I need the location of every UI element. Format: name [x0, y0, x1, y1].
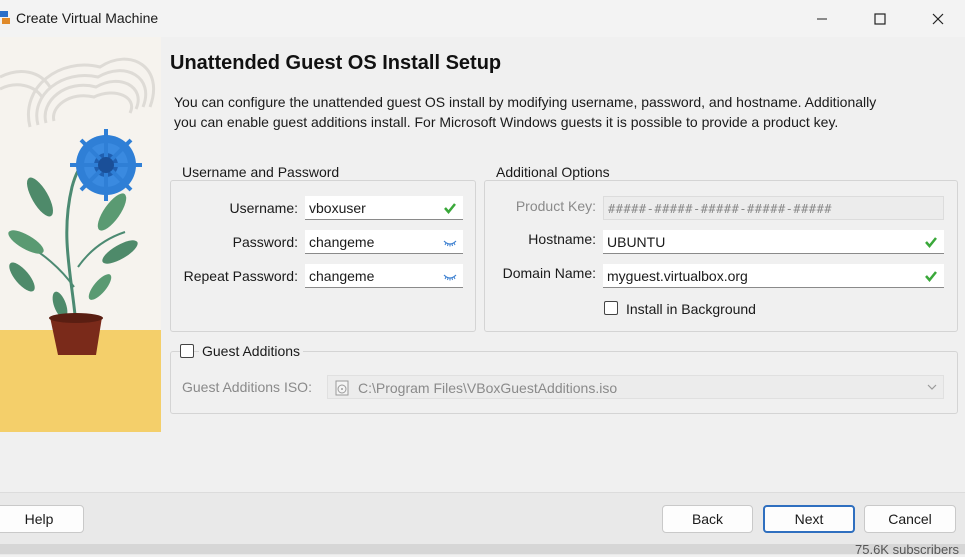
domain-name-label: Domain Name:	[502, 265, 596, 281]
password-field[interactable]: changeme	[305, 230, 463, 254]
wizard-content: Unattended Guest OS Install Setup You ca…	[0, 37, 965, 492]
install-in-background-label[interactable]: Install in Background	[626, 301, 756, 317]
password-value: changeme	[309, 234, 375, 250]
valid-check-icon	[925, 237, 937, 248]
guest-additions-label[interactable]: Guest Additions	[199, 343, 304, 359]
domain-name-value: myguest.virtualbox.org	[607, 268, 748, 284]
maximize-button[interactable]	[851, 0, 909, 37]
username-field[interactable]: vboxuser	[305, 196, 463, 220]
close-button[interactable]	[909, 0, 965, 37]
chevron-down-icon[interactable]	[927, 384, 937, 391]
product-key-field[interactable]: #####-#####-#####-#####-#####	[603, 196, 944, 220]
background-subscribers-text: 75.6K subscribers	[855, 542, 960, 557]
valid-check-icon	[925, 271, 937, 282]
cancel-button[interactable]: Cancel	[864, 505, 956, 533]
guest-additions-iso-label: Guest Additions ISO:	[182, 379, 312, 395]
maximize-icon	[874, 12, 886, 25]
wizard-illustration	[0, 37, 161, 432]
help-button[interactable]: Help	[0, 505, 84, 533]
virtualbox-app-icon	[0, 11, 10, 24]
domain-name-field[interactable]: myguest.virtualbox.org	[603, 264, 944, 288]
guest-additions-checkbox[interactable]	[180, 344, 194, 358]
show-password-eye-icon[interactable]	[443, 269, 457, 283]
repeat-password-value: changeme	[309, 268, 375, 284]
guest-additions-iso-path: C:\Program Files\VBoxGuestAdditions.iso	[358, 380, 618, 396]
disc-image-icon	[335, 380, 349, 396]
window-title: Create Virtual Machine	[16, 10, 159, 26]
minimize-button[interactable]	[793, 0, 851, 37]
credentials-group-title: Username and Password	[179, 164, 343, 180]
product-key-label: Product Key:	[515, 198, 596, 214]
repeat-password-label: Repeat Password:	[183, 268, 298, 284]
show-password-eye-icon[interactable]	[443, 235, 457, 249]
page-title: Unattended Guest OS Install Setup	[170, 52, 502, 74]
repeat-password-field[interactable]: changeme	[305, 264, 463, 288]
close-icon	[932, 13, 944, 24]
hostname-value: UBUNTU	[607, 234, 666, 250]
install-in-background-checkbox[interactable]	[604, 301, 618, 315]
page-description: You can configure the unattended guest O…	[174, 94, 877, 130]
next-button[interactable]: Next	[763, 505, 855, 533]
minimize-icon	[817, 18, 827, 19]
hostname-label: Hostname:	[528, 231, 596, 247]
password-label: Password:	[232, 234, 298, 250]
back-button[interactable]: Back	[662, 505, 753, 533]
hostname-field[interactable]: UBUNTU	[603, 230, 944, 254]
guest-additions-iso-selector[interactable]: C:\Program Files\VBoxGuestAdditions.iso	[327, 375, 944, 399]
additional-options-group-title: Additional Options	[493, 164, 613, 180]
product-key-value: #####-#####-#####-#####-#####	[608, 202, 833, 216]
flower-pot-illustration	[0, 57, 161, 432]
title-bar: Create Virtual Machine	[0, 0, 965, 38]
username-value: vboxuser	[309, 200, 366, 216]
username-label: Username:	[229, 200, 298, 216]
valid-check-icon	[444, 203, 456, 214]
background-window-strip	[0, 544, 965, 554]
